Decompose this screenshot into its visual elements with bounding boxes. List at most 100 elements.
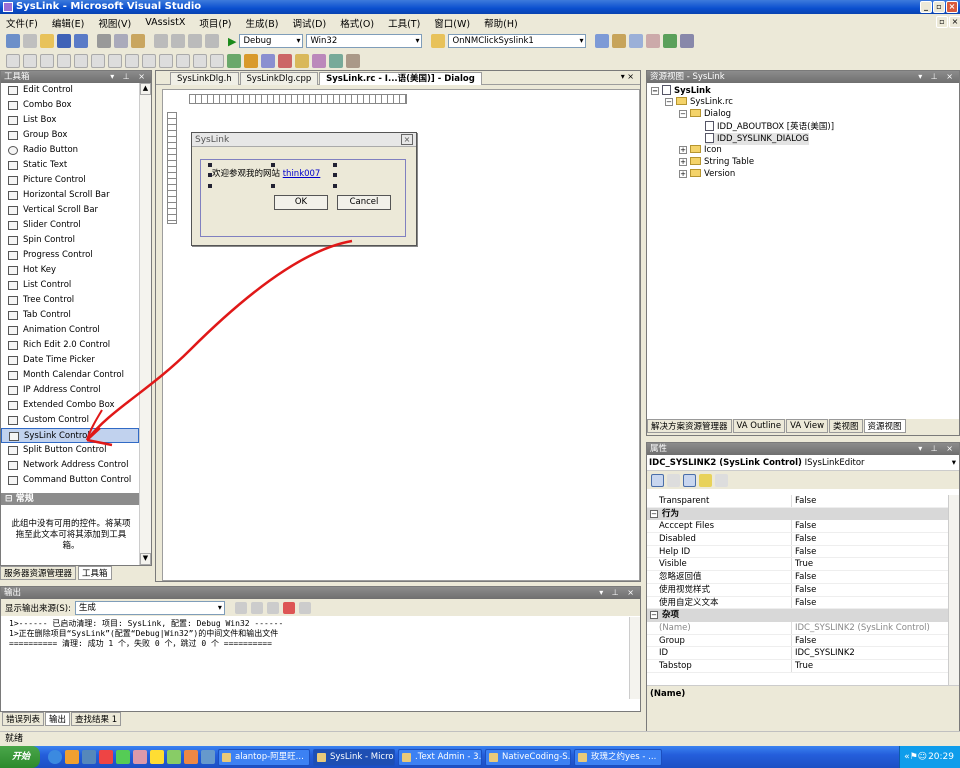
tab-server-explorer[interactable]: 服务器资源管理器 <box>0 566 77 580</box>
panel-controls-icon[interactable]: ▾ ⊥ × <box>918 443 956 455</box>
goto-error-icon[interactable] <box>234 601 247 614</box>
task-text-admin[interactable]: .Text Admin - 3... <box>398 748 482 766</box>
toolbox-item[interactable]: List Control <box>1 278 139 293</box>
property-row[interactable]: (Name) IDC_SYSLINK2 (SysLink Control) <box>647 621 949 635</box>
output-scrollbar[interactable] <box>629 617 640 699</box>
mdi-close-button[interactable]: × <box>949 16 960 28</box>
quick-launch-icon[interactable] <box>65 750 79 764</box>
property-row[interactable]: Group False <box>647 634 949 648</box>
property-row[interactable]: Visible True <box>647 558 949 572</box>
tab-toolbox[interactable]: 工具箱 <box>78 566 112 580</box>
tab-menu-close-icon[interactable]: ▾ × <box>621 72 634 81</box>
tab-error-list[interactable]: 错误列表 <box>2 712 45 726</box>
tree-node-rc[interactable]: − SysLink.rc <box>665 97 733 108</box>
toolbox-item[interactable]: Slider Control <box>1 218 139 233</box>
panel-controls-icon[interactable]: ▾ ⊥ × <box>918 71 956 83</box>
dialog-preview[interactable]: SysLink × 欢迎参观我的网站 think007 OK Cancel <box>191 132 417 246</box>
add-variable-icon[interactable] <box>261 54 275 68</box>
dialog-static-text[interactable]: 欢迎参观我的网站 think007 <box>212 167 320 179</box>
toggle-grid-icon[interactable] <box>210 54 224 68</box>
toolbox-item[interactable]: Spin Control <box>1 233 139 248</box>
va-tool-icon[interactable] <box>329 54 343 68</box>
syslink-control[interactable]: think007 <box>283 169 321 179</box>
property-row[interactable]: ID IDC_SYSLINK2 <box>647 647 949 660</box>
new-project-icon[interactable] <box>6 34 20 48</box>
save-icon[interactable] <box>57 34 71 48</box>
menu-edit[interactable]: 编辑(E) <box>52 16 84 30</box>
paste-icon[interactable] <box>131 34 145 48</box>
cut-icon[interactable] <box>97 34 111 48</box>
ie-icon[interactable] <box>48 750 62 764</box>
undo-icon[interactable] <box>154 34 168 48</box>
object-selector[interactable]: IDC_SYSLINK2 (SysLink Control) ISysLinkE… <box>647 455 959 471</box>
menu-file[interactable]: 文件(F) <box>6 16 38 30</box>
add-class-icon[interactable] <box>244 54 258 68</box>
scroll-down-icon[interactable]: ▼ <box>140 553 151 565</box>
toolbox-item[interactable]: Radio Button <box>1 143 139 158</box>
toolbox-item-selected[interactable]: SysLink Control <box>1 428 139 443</box>
copy-icon[interactable] <box>114 34 128 48</box>
align-right-icon[interactable] <box>40 54 54 68</box>
categorized-icon[interactable] <box>651 473 664 487</box>
add-handler-icon[interactable] <box>278 54 292 68</box>
tab-output[interactable]: 输出 <box>45 712 71 726</box>
property-row[interactable]: Tabstop True <box>647 659 949 673</box>
task-nativecoding[interactable]: NativeCoding-S... <box>485 748 571 766</box>
resize-handle[interactable] <box>208 184 212 188</box>
next-message-icon[interactable] <box>266 601 279 614</box>
toolbox-item[interactable]: Vertical Scroll Bar <box>1 203 139 218</box>
start-page-icon[interactable] <box>663 34 678 48</box>
properties-icon[interactable] <box>683 473 696 487</box>
toolbox-item[interactable]: Split Button Control <box>1 443 139 458</box>
prev-message-icon[interactable] <box>250 601 263 614</box>
tab-resource-view[interactable]: 资源视图 <box>863 419 906 433</box>
menu-vassistx[interactable]: VAssistX <box>145 17 185 28</box>
resize-handle[interactable] <box>271 184 275 188</box>
toolbox-icon[interactable] <box>646 34 661 48</box>
clear-all-icon[interactable] <box>282 601 295 614</box>
scroll-up-icon[interactable]: ▲ <box>140 83 151 95</box>
toolbox-item[interactable]: Month Calendar Control <box>1 368 139 383</box>
bookmark-icon[interactable] <box>295 54 309 68</box>
category-misc[interactable]: − 杂项 <box>647 609 949 622</box>
toolbox-item[interactable]: Picture Control <box>1 173 139 188</box>
menu-project[interactable]: 项目(P) <box>199 16 231 30</box>
more-windows-icon[interactable] <box>680 34 695 48</box>
tree-node-string-table[interactable]: + String Table <box>679 157 754 168</box>
tab-class-view[interactable]: 类视图 <box>829 419 863 433</box>
property-row[interactable]: Disabled False <box>647 533 949 546</box>
center-horizontal-icon[interactable] <box>108 54 122 68</box>
tree-node-syslink[interactable]: − SysLink <box>651 85 711 97</box>
toolbox-item[interactable]: Tab Control <box>1 308 139 323</box>
navigate-forward-icon[interactable] <box>205 34 219 48</box>
class-wizard-icon[interactable] <box>227 54 241 68</box>
toolbox-item[interactable]: Command Button Control <box>1 473 139 488</box>
tree-node-syslink-dialog[interactable]: IDD_SYSLINK_DIALOG <box>705 133 809 145</box>
resize-handle[interactable] <box>333 163 337 167</box>
find-combo[interactable]: OnNMClickSyslink1 <box>448 34 587 48</box>
tree-node-icon-folder[interactable]: + Icon <box>679 145 722 156</box>
property-pages-icon[interactable] <box>715 473 728 487</box>
tab-va-view[interactable]: VA View <box>786 419 829 433</box>
events-icon[interactable] <box>699 473 712 487</box>
center-vertical-icon[interactable] <box>91 54 105 68</box>
menu-view[interactable]: 视图(V) <box>98 16 131 30</box>
tree-node-aboutbox[interactable]: IDD_ABOUTBOX [英语(美国)] <box>705 121 834 133</box>
quick-launch-icon[interactable] <box>150 750 164 764</box>
resize-handle[interactable] <box>271 163 275 167</box>
start-button[interactable]: 开始 <box>0 746 40 768</box>
menu-tools[interactable]: 工具(T) <box>388 16 420 30</box>
quick-launch-icon[interactable] <box>201 750 215 764</box>
task-alantop[interactable]: alantop-阿里旺... <box>218 748 310 766</box>
property-row[interactable]: Acccept Files False <box>647 520 949 534</box>
test-dialog-icon[interactable] <box>6 54 20 68</box>
property-row[interactable]: 忽略返回值 False <box>647 571 949 584</box>
add-item-icon[interactable] <box>23 34 37 48</box>
tab-syslinkdlg-h[interactable]: SysLinkDlg.h <box>170 72 239 85</box>
restore-button[interactable]: ▫ <box>933 1 945 13</box>
quick-launch-icon[interactable] <box>82 750 96 764</box>
resize-handle[interactable] <box>333 173 337 177</box>
toolbox-item[interactable]: Progress Control <box>1 248 139 263</box>
quick-launch-icon[interactable] <box>133 750 147 764</box>
resize-handle[interactable] <box>333 184 337 188</box>
